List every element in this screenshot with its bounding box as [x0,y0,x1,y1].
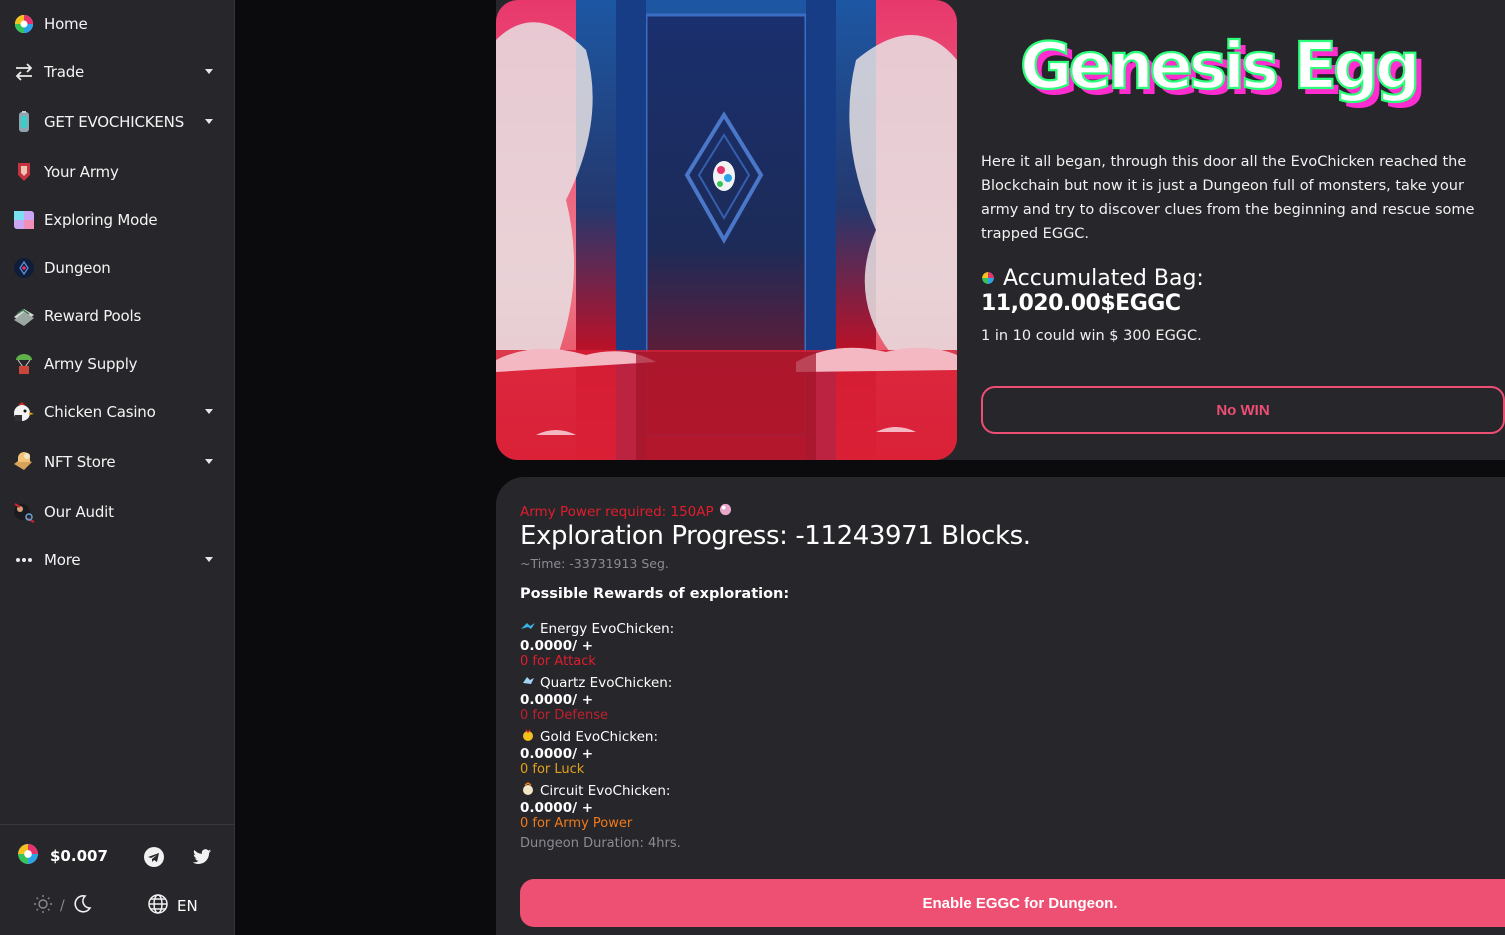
casino-chicken-icon [12,400,36,424]
sidebar-footer-divider [0,824,235,825]
sidebar-item-label: GET EVOCHICKENS [44,113,185,131]
money-stack-icon [12,304,36,328]
reward-stat: 0 for Defense [520,708,609,723]
reward-stat: 0 for Army Power [520,816,633,831]
token-price-value: $0.007 [50,847,108,865]
sidebar-item-nft-store[interactable]: NFT Store [0,440,235,484]
reward-item-circuit: Circuit EvoChicken: 0.0000/ + 0 for Army… [520,782,820,832]
sidebar-item-label: Dungeon [44,259,111,277]
sidebar-item-our-audit[interactable]: Our Audit [0,490,235,534]
egg-logo-icon [12,12,36,36]
egg-logo-icon [16,842,40,870]
no-win-button[interactable]: No WIN [981,386,1505,434]
accumulated-bag-label: Accumulated Bag: [1003,266,1204,291]
theme-toggle[interactable]: / [32,893,93,919]
swap-arrows-icon [12,60,36,84]
possible-rewards-title: Possible Rewards of exploration: [520,586,790,602]
gold-chicken-icon [520,728,536,746]
sidebar-item-label: Chicken Casino [44,403,156,421]
sidebar-item-label: Army Supply [44,355,138,373]
logo-text: Genesis Egg [1020,32,1417,104]
sidebar: Home Trade GET EVOCHICKENS Your Army Exp… [0,0,235,935]
sidebar-item-dungeon[interactable]: Dungeon [0,246,235,290]
energy-chicken-icon [520,620,536,638]
reward-name: Circuit EvoChicken: [540,783,671,799]
sidebar-item-label: Your Army [44,163,119,181]
reward-item-quartz: Quartz EvoChicken: 0.0000/ + 0 for Defen… [520,674,820,724]
dungeon-door-image [496,0,957,460]
power-orb-icon [719,503,732,520]
exploration-time: ~Time: -33731913 Seg. [520,556,669,571]
reward-value: 0.0000/ + [520,800,594,816]
theme-separator: / [60,898,65,914]
sidebar-item-home[interactable]: Home [0,2,235,46]
chevron-down-icon [205,557,213,562]
reward-name: Gold EvoChicken: [540,729,659,745]
sun-icon[interactable] [32,893,54,919]
requirement-text: Army Power required: 150AP [520,503,714,520]
sidebar-item-label: Reward Pools [44,307,142,325]
capsule-icon [12,110,36,134]
reward-item-gold: Gold EvoChicken: 0.0000/ + 0 for Luck [520,728,820,778]
win-chance-text: 1 in 10 could win $ 300 EGGC. [981,328,1202,344]
circuit-chicken-icon [520,782,536,800]
accumulated-bag-value: 11,020.00$EGGC [981,291,1181,316]
sidebar-item-reward-pools[interactable]: Reward Pools [0,294,235,338]
store-icon [12,450,36,474]
moon-icon[interactable] [71,893,93,919]
language-label: EN [177,897,198,915]
reward-name: Quartz EvoChicken: [540,675,673,691]
cube-icon [12,208,36,232]
shield-badge-icon [12,160,36,184]
sidebar-item-more[interactable]: More [0,538,235,582]
sidebar-item-label: Our Audit [44,503,114,521]
dungeon-duration: Dungeon Duration: 4hrs. [520,836,681,851]
reward-value: 0.0000/ + [520,692,594,708]
reward-name: Energy EvoChicken: [540,621,675,637]
sidebar-item-label: NFT Store [44,453,116,471]
reward-value: 0.0000/ + [520,638,594,654]
more-dots-icon [12,548,36,572]
sidebar-item-label: More [44,551,81,569]
egg-logo-icon [981,266,995,291]
telegram-icon[interactable] [143,846,165,868]
dungeon-description: Here it all began, through this door all… [981,154,1475,242]
genesis-egg-logo: Genesis Egg Genesis Egg [1019,29,1460,122]
reward-stat: 0 for Attack [520,654,596,669]
chevron-down-icon [205,459,213,464]
audit-icon [12,500,36,524]
sidebar-item-get-evochickens[interactable]: GET EVOCHICKENS [0,100,235,144]
sidebar-item-label: Trade [44,63,85,81]
accumulated-bag-title: Accumulated Bag: [981,266,1204,291]
quartz-chicken-icon [520,674,536,692]
twitter-icon[interactable] [191,846,213,868]
reward-value: 0.0000/ + [520,746,594,762]
chevron-down-icon [205,69,213,74]
language-selector[interactable]: EN [147,893,198,919]
chevron-down-icon [205,409,213,414]
sidebar-item-trade[interactable]: Trade [0,50,235,94]
enable-eggc-button[interactable]: Enable EGGC for Dungeon. [520,879,1505,927]
sidebar-item-label: Home [44,15,88,33]
chevron-down-icon [205,119,213,124]
sidebar-item-label: Exploring Mode [44,211,158,229]
globe-icon [147,893,169,919]
sidebar-item-your-army[interactable]: Your Army [0,150,235,194]
reward-stat: 0 for Luck [520,762,585,777]
reward-item-energy: Energy EvoChicken: 0.0000/ + 0 for Attac… [520,620,820,670]
portal-icon [12,256,36,280]
exploration-progress: Exploration Progress: -11243971 Blocks. [520,521,1031,551]
army-power-requirement: Army Power required: 150AP [520,503,732,520]
supply-drop-icon [12,352,36,376]
token-price[interactable]: $0.007 [16,842,108,870]
sidebar-item-chicken-casino[interactable]: Chicken Casino [0,390,235,434]
sidebar-item-army-supply[interactable]: Army Supply [0,342,235,386]
sidebar-item-exploring-mode[interactable]: Exploring Mode [0,198,235,242]
